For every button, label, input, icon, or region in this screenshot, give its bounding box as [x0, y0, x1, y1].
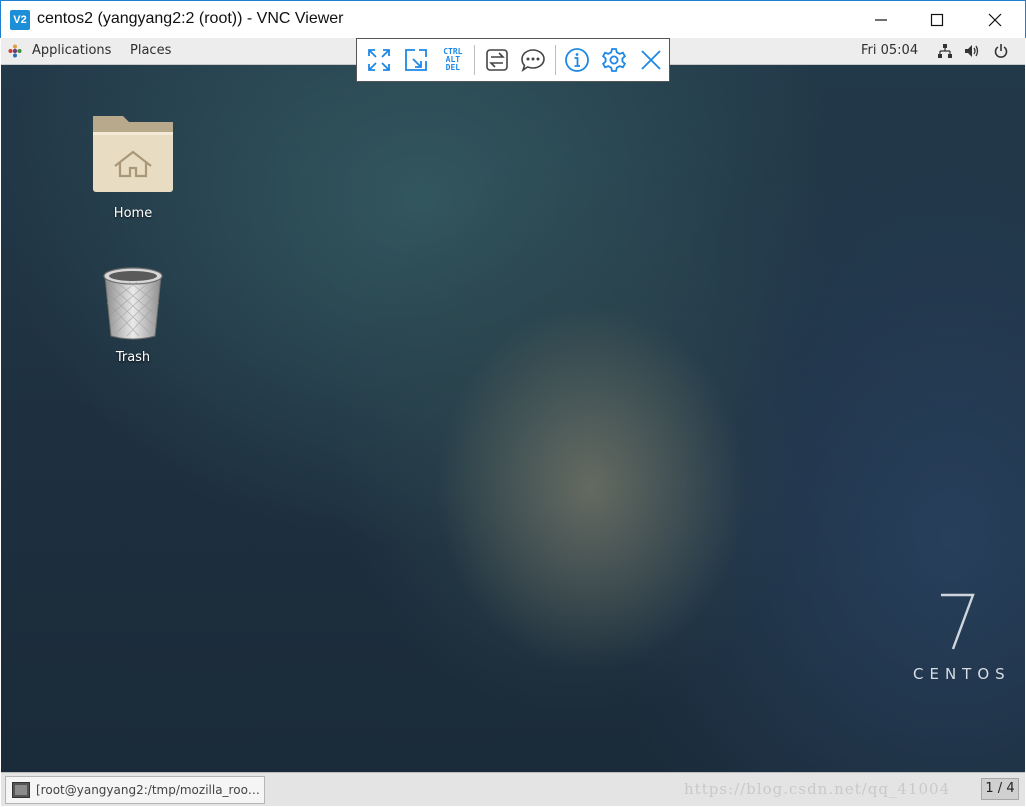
taskbar-window-terminal[interactable]: [root@yangyang2:/tmp/mozilla_roo…: [5, 776, 265, 804]
terminal-icon: [12, 782, 30, 798]
centos-version-seven: [941, 593, 975, 650]
gnome-window-list: [root@yangyang2:/tmp/mozilla_roo… https:…: [1, 772, 1025, 806]
vnc-toolbar: CTRL ALT DEL: [356, 38, 670, 82]
chat-icon: [521, 49, 546, 72]
desktop-icon-label: Trash: [115, 350, 151, 365]
disconnect-button[interactable]: [632, 40, 669, 80]
minimize-icon: [875, 19, 887, 21]
home-folder-icon: [93, 116, 173, 192]
window-title: centos2 (yangyang2:2 (root)) - VNC Viewe…: [37, 10, 344, 27]
settings-button[interactable]: [596, 40, 633, 80]
toolbar-separator: [474, 45, 476, 75]
applications-menu-icon: [8, 44, 22, 58]
vnc-viewer-logo-icon: V2: [10, 10, 30, 30]
centos-wordmark: CENTOS: [913, 665, 1011, 683]
power-icon[interactable]: [993, 43, 1009, 59]
window-titlebar[interactable]: V2 centos2 (yangyang2:2 (root)) - VNC Vi…: [0, 0, 1026, 38]
workspace-indicator[interactable]: 1 / 4: [981, 778, 1019, 800]
close-icon: [640, 50, 661, 70]
applications-menu[interactable]: Applications: [32, 43, 111, 58]
desktop-icon-home[interactable]: Home: [83, 110, 183, 221]
trash-icon: [103, 267, 163, 340]
fullscreen-button[interactable]: [361, 40, 398, 80]
maximize-button[interactable]: [909, 1, 965, 39]
panel-clock[interactable]: Fri 05:04: [861, 43, 918, 58]
ctrl-alt-del-button[interactable]: CTRL ALT DEL: [435, 40, 472, 80]
cad-line-del: DEL: [445, 63, 461, 72]
network-icon[interactable]: [937, 43, 953, 59]
chat-button[interactable]: [515, 40, 552, 80]
info-button[interactable]: [559, 40, 596, 80]
maximize-icon: [930, 13, 944, 27]
file-transfer-button[interactable]: [478, 40, 515, 80]
close-button[interactable]: [967, 1, 1023, 39]
scale-button[interactable]: [398, 40, 435, 80]
fullscreen-icon: [368, 49, 391, 71]
csdn-watermark: https://blog.csdn.net/qq_41004: [684, 780, 951, 798]
gear-icon: [601, 48, 626, 72]
toolbar-separator: [554, 45, 556, 75]
places-menu[interactable]: Places: [130, 43, 171, 58]
scale-icon: [405, 49, 428, 71]
ctrl-alt-del-icon: CTRL ALT DEL: [443, 48, 462, 72]
transfer-icon: [485, 49, 508, 71]
desktop-icon-label: Home: [113, 206, 153, 221]
close-icon: [988, 13, 1002, 27]
taskbar-window-label: [root@yangyang2:/tmp/mozilla_roo…: [36, 783, 260, 797]
remote-desktop[interactable]: Applications Places Fri 05:04 CTRL ALT D…: [1, 38, 1025, 806]
minimize-button[interactable]: [853, 1, 909, 39]
info-icon: [565, 48, 590, 72]
desktop-icon-trash[interactable]: Trash: [83, 264, 183, 365]
volume-icon[interactable]: [964, 43, 980, 59]
